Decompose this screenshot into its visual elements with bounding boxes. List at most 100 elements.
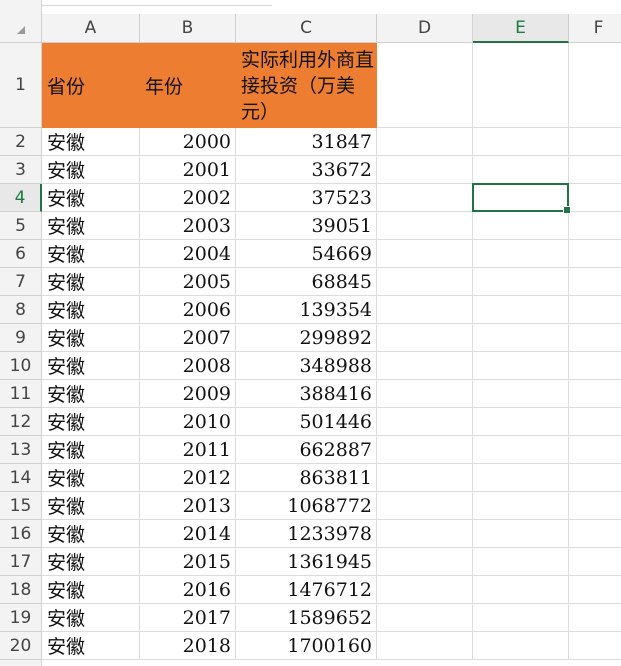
cell-e16[interactable] <box>473 520 569 548</box>
row-header-19[interactable]: 19 <box>0 604 42 632</box>
row-header-6[interactable]: 6 <box>0 240 42 268</box>
cell-fdi-value[interactable]: 863811 <box>236 464 377 492</box>
cell-fdi-value[interactable]: 1361945 <box>236 548 377 576</box>
cell-fdi-value[interactable]: 388416 <box>236 380 377 408</box>
row-header-14[interactable]: 14 <box>0 464 42 492</box>
cell-f18[interactable] <box>569 576 621 604</box>
column-header-a[interactable]: A <box>42 14 140 43</box>
cell-e8[interactable] <box>473 296 569 324</box>
row-header-9[interactable]: 9 <box>0 324 42 352</box>
cell-f13[interactable] <box>569 436 621 464</box>
row-header-13[interactable]: 13 <box>0 436 42 464</box>
cell-f17[interactable] <box>569 548 621 576</box>
cell-province[interactable]: 安徽 <box>42 408 140 436</box>
cell-e12[interactable] <box>473 408 569 436</box>
cell-year[interactable]: 2010 <box>140 408 236 436</box>
cell-year[interactable]: 2005 <box>140 268 236 296</box>
cell-year[interactable]: 2012 <box>140 464 236 492</box>
cell-d19[interactable] <box>377 604 473 632</box>
cell-fdi-value[interactable]: 68845 <box>236 268 377 296</box>
cell-e15[interactable] <box>473 492 569 520</box>
row-header-20[interactable]: 20 <box>0 632 42 660</box>
cell-province[interactable]: 安徽 <box>42 212 140 240</box>
column-header-b[interactable]: B <box>140 14 236 43</box>
cell-d7[interactable] <box>377 268 473 296</box>
cell-e13[interactable] <box>473 436 569 464</box>
cell-year[interactable]: 2011 <box>140 436 236 464</box>
cell-d14[interactable] <box>377 464 473 492</box>
cell-f8[interactable] <box>569 296 621 324</box>
cell-e17[interactable] <box>473 548 569 576</box>
cell-e2[interactable] <box>473 128 569 156</box>
cell-e18[interactable] <box>473 576 569 604</box>
cell-d3[interactable] <box>377 156 473 184</box>
cell-d12[interactable] <box>377 408 473 436</box>
cell-e11[interactable] <box>473 380 569 408</box>
row-header-7[interactable]: 7 <box>0 268 42 296</box>
select-all-corner[interactable] <box>0 0 42 43</box>
cell-year[interactable]: 2018 <box>140 632 236 660</box>
cell-e19[interactable] <box>473 604 569 632</box>
cell-e7[interactable] <box>473 268 569 296</box>
cell-d15[interactable] <box>377 492 473 520</box>
cell-province[interactable]: 安徽 <box>42 156 140 184</box>
cell-province[interactable]: 安徽 <box>42 436 140 464</box>
cell-province[interactable]: 安徽 <box>42 240 140 268</box>
column-header-d[interactable]: D <box>377 14 473 43</box>
cell-province[interactable]: 安徽 <box>42 128 140 156</box>
cell-province[interactable]: 安徽 <box>42 604 140 632</box>
cell-f7[interactable] <box>569 268 621 296</box>
cell-year[interactable]: 2001 <box>140 156 236 184</box>
cell-d13[interactable] <box>377 436 473 464</box>
cell-d5[interactable] <box>377 212 473 240</box>
row-header-2[interactable]: 2 <box>0 128 42 156</box>
cell-d11[interactable] <box>377 380 473 408</box>
cell-fdi-value[interactable]: 37523 <box>236 184 377 212</box>
cell-d18[interactable] <box>377 576 473 604</box>
row-header-17[interactable]: 17 <box>0 548 42 576</box>
cell-fdi-value[interactable]: 39051 <box>236 212 377 240</box>
cell-f19[interactable] <box>569 604 621 632</box>
header-cell-year[interactable]: 年份 <box>140 43 236 128</box>
cell-province[interactable]: 安徽 <box>42 520 140 548</box>
row-header-10[interactable]: 10 <box>0 352 42 380</box>
row-header-12[interactable]: 12 <box>0 408 42 436</box>
header-cell-fdi[interactable]: 实际利用外商直接投资（万美元） <box>236 43 377 128</box>
cell-year[interactable]: 2000 <box>140 128 236 156</box>
cell-d10[interactable] <box>377 352 473 380</box>
row-header-1[interactable]: 1 <box>0 43 42 128</box>
cell-province[interactable]: 安徽 <box>42 380 140 408</box>
cell-e14[interactable] <box>473 464 569 492</box>
cell-fdi-value[interactable]: 662887 <box>236 436 377 464</box>
cell-fdi-value[interactable]: 1233978 <box>236 520 377 548</box>
cell-province[interactable]: 安徽 <box>42 492 140 520</box>
cell-e10[interactable] <box>473 352 569 380</box>
cell-province[interactable]: 安徽 <box>42 464 140 492</box>
cell-fdi-value[interactable]: 501446 <box>236 408 377 436</box>
cell-f14[interactable] <box>569 464 621 492</box>
row-header-15[interactable]: 15 <box>0 492 42 520</box>
cell-d17[interactable] <box>377 548 473 576</box>
cell-year[interactable]: 2004 <box>140 240 236 268</box>
cell-fdi-value[interactable]: 33672 <box>236 156 377 184</box>
cell-e1[interactable] <box>473 43 569 128</box>
cell-fdi-value[interactable]: 299892 <box>236 324 377 352</box>
cell-province[interactable]: 安徽 <box>42 548 140 576</box>
cell-f20[interactable] <box>569 632 621 660</box>
cell-f1[interactable] <box>569 43 621 128</box>
cell-year[interactable]: 2009 <box>140 380 236 408</box>
column-header-f[interactable]: F <box>569 14 621 43</box>
fill-handle[interactable] <box>563 206 571 214</box>
cell-d1[interactable] <box>377 43 473 128</box>
cell-year[interactable]: 2017 <box>140 604 236 632</box>
cell-f9[interactable] <box>569 324 621 352</box>
cell-year[interactable]: 2013 <box>140 492 236 520</box>
cell-fdi-value[interactable]: 348988 <box>236 352 377 380</box>
cell-province[interactable]: 安徽 <box>42 352 140 380</box>
cell-d16[interactable] <box>377 520 473 548</box>
cell-province[interactable]: 安徽 <box>42 324 140 352</box>
cell-fdi-value[interactable]: 139354 <box>236 296 377 324</box>
row-header-8[interactable]: 8 <box>0 296 42 324</box>
cell-year[interactable]: 2006 <box>140 296 236 324</box>
active-cell-selection[interactable] <box>472 183 571 214</box>
